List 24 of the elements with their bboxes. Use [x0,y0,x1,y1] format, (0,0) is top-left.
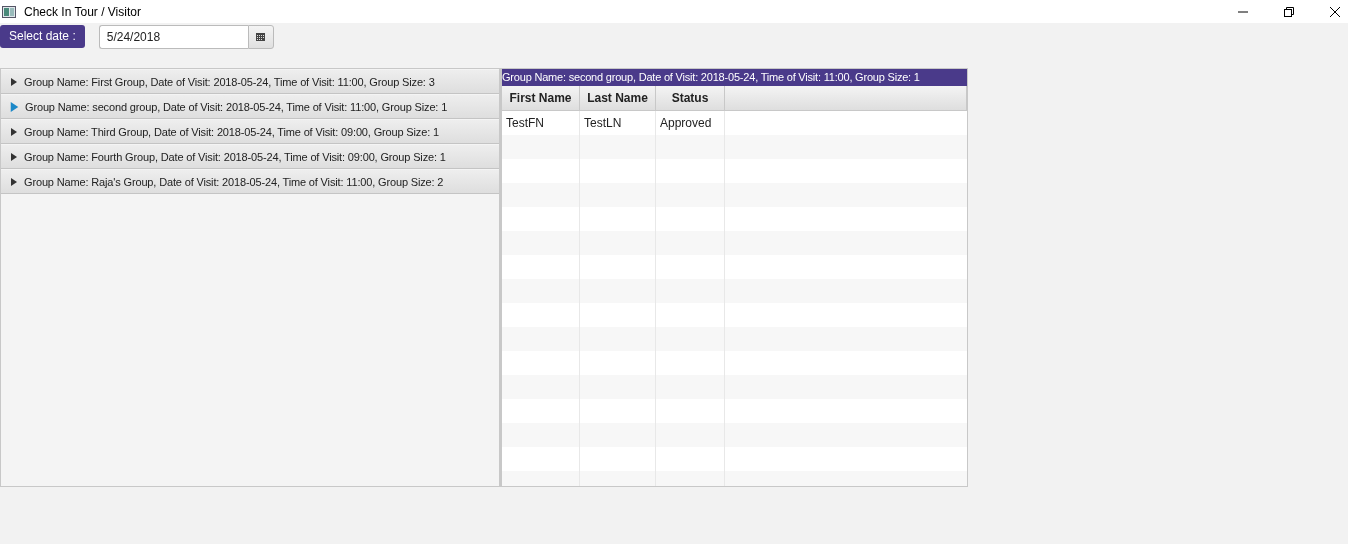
date-field[interactable]: 5/24/2018 [98,24,248,49]
expand-arrow-icon[interactable] [11,127,17,136]
expand-arrow-icon[interactable] [11,152,17,161]
group-title-bar: Group Name: second group, Date of Visit: 2018-05-24, Time of Visit: 11:00, Group Size: 1 [502,69,967,86]
column-header[interactable]: Status [656,86,725,110]
select-date-label: Select date : [0,25,85,48]
group-row[interactable]: Group Name: Fourth Group, Date of Visit: 2018-05-24, Time of Visit: 09:00, Group Size: 1 [1,145,499,169]
column-header[interactable]: First Name [502,86,580,110]
calendar-button[interactable] [247,24,274,49]
window-title: Check In Tour / Visitor [24,4,141,19]
column-header[interactable]: Last Name [580,86,656,110]
group-row[interactable]: Group Name: First Group, Date of Visit: 2018-05-24, Time of Visit: 11:00, Group Size: 3 [1,70,499,94]
app-icon [2,5,16,18]
expand-arrow-icon[interactable] [11,177,17,186]
table-cell-text: TestLN [583,115,623,132]
expand-arrow-icon[interactable] [11,77,17,86]
table-cell-text: TestFN [505,115,545,132]
group-row[interactable]: Group Name: Third Group, Date of Visit: 2018-05-24, Time of Visit: 09:00, Group Size: 1 [1,120,499,144]
restore-icon[interactable] [1283,5,1295,18]
calendar-icon [256,32,266,41]
group-row[interactable]: Group Name: second group, Date of Visit: 2018-05-24, Time of Visit: 11:00, Group Size: 1 [1,95,499,119]
close-icon[interactable] [1329,5,1341,18]
table-cell-text: Approved [659,115,713,132]
group-row[interactable]: Group Name: Raja's Group, Date of Visit: 2018-05-24, Time of Visit: 11:00, Group Size: 2 [1,170,499,194]
